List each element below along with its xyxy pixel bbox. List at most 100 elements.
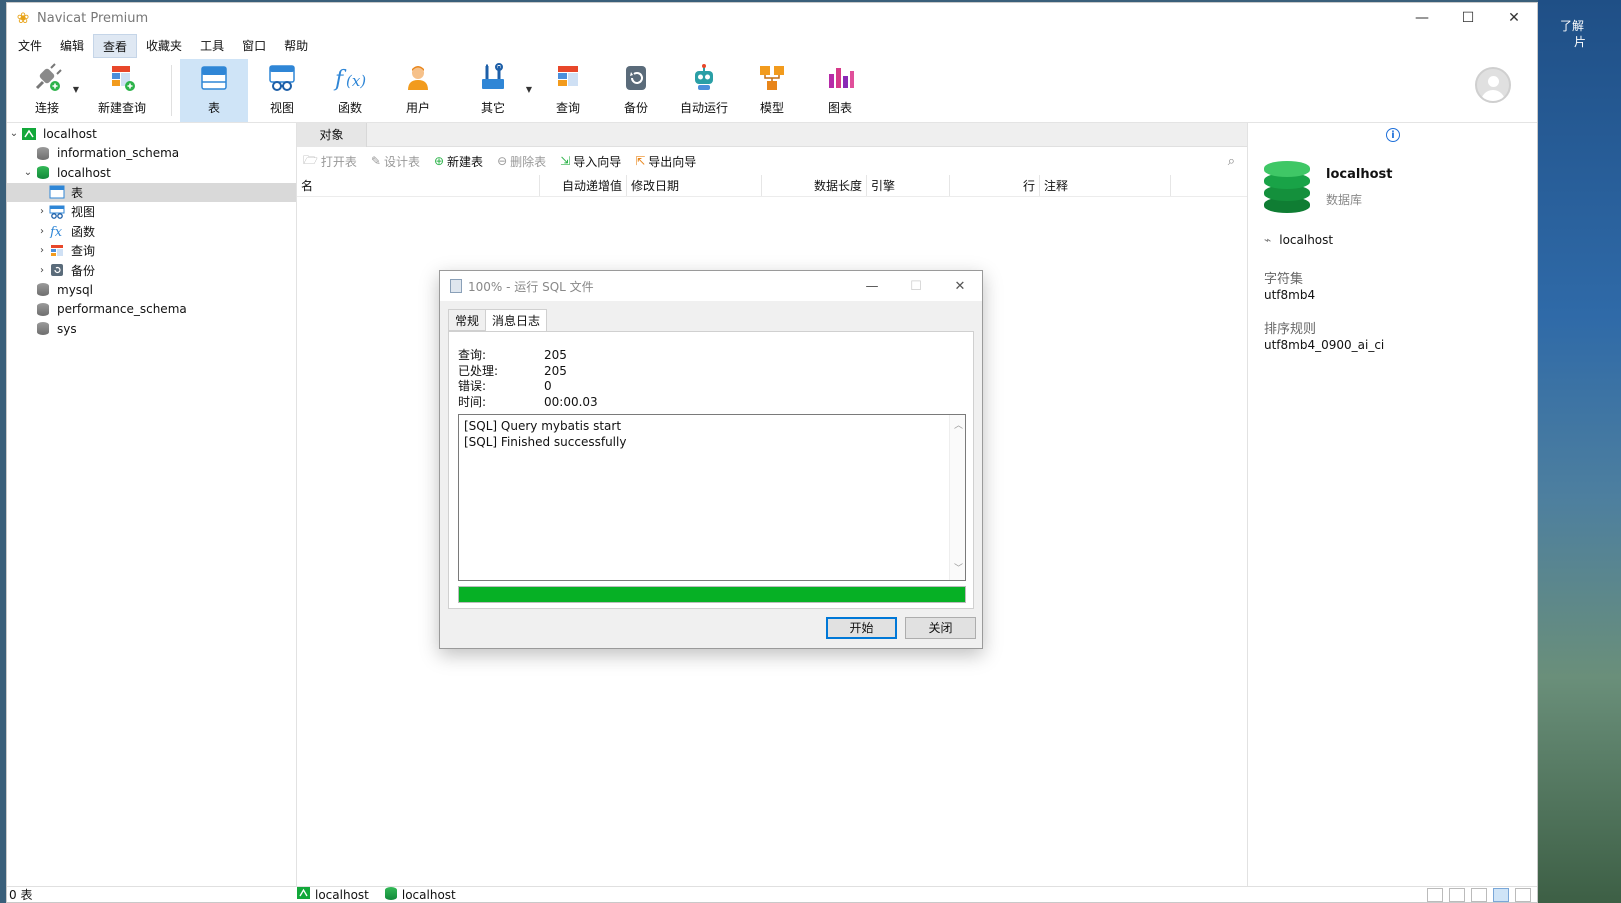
tree-db-localhost[interactable]: ⌄ localhost (7, 163, 296, 183)
maximize-button[interactable]: ☐ (1445, 3, 1491, 33)
tab-message-log[interactable]: 消息日志 (485, 309, 548, 332)
toolbar-query-button[interactable]: 查询 (534, 59, 602, 122)
chevron-right-icon[interactable]: › (35, 226, 49, 237)
chevron-right-icon[interactable]: › (35, 265, 49, 276)
import-wizard-button[interactable]: ⇲ 导入向导 (560, 153, 621, 170)
desktop-text: 了解 片 (1560, 19, 1587, 49)
user-icon (401, 61, 435, 95)
tab-objects[interactable]: 对象 (297, 123, 367, 147)
column-modified[interactable]: 修改日期 (627, 175, 762, 196)
column-engine[interactable]: 引擎 (867, 175, 950, 196)
status-table-count: 0 表 (9, 888, 33, 902)
tree-db-performance-schema[interactable]: performance_schema (7, 300, 296, 320)
tree-item-views[interactable]: › 视图 (7, 202, 296, 222)
object-toolbar: 🗁 打开表 ✎ 设计表 ⊕ 新建表 ⊖ 删除表 ⇲ 导入向导 ⇱ 导出向导 ⌕ (297, 147, 1247, 175)
database-icon (35, 166, 51, 180)
status-bar: 0 表 localhost localhost (7, 886, 1537, 902)
toolbar-chart-button[interactable]: 图表 (806, 59, 874, 122)
chevron-down-icon[interactable]: ▼ (73, 85, 79, 94)
toolbar-connect-button[interactable]: 连接 ▼ (13, 59, 81, 122)
tools-icon (476, 61, 510, 95)
info-pane-toggle-icon[interactable] (1493, 887, 1509, 902)
chevron-up-icon[interactable]: ︿ (954, 418, 963, 434)
tree-connection-localhost[interactable]: ⌄ localhost (7, 124, 296, 144)
menu-edit[interactable]: 编辑 (51, 34, 93, 58)
message-log[interactable]: [SQL] Query mybatis start [SQL] Finished… (458, 414, 966, 581)
close-button[interactable]: ✕ (1491, 3, 1537, 33)
dialog-close-action-button[interactable]: 关闭 (905, 617, 976, 639)
toolbar-new-query-button[interactable]: 新建查询 (81, 59, 163, 122)
chevron-right-icon[interactable]: › (35, 206, 49, 217)
menu-window[interactable]: 窗口 (233, 34, 275, 58)
design-table-button[interactable]: ✎ 设计表 (371, 153, 420, 170)
progress-bar (458, 586, 966, 603)
toolbar-model-button[interactable]: 模型 (738, 59, 806, 122)
plus-icon: ⊕ (433, 154, 445, 168)
column-comment[interactable]: 注释 (1040, 175, 1171, 196)
collation-value: utf8mb4_0900_ai_ci (1264, 338, 1385, 352)
column-auto-increment[interactable]: 自动递增值 (540, 175, 627, 196)
toolbar-user-button[interactable]: 用户 (384, 59, 452, 122)
tree-db-information-schema[interactable]: information_schema (7, 144, 296, 164)
minimize-button[interactable]: — (1399, 3, 1445, 33)
user-avatar[interactable] (1475, 67, 1511, 103)
chevron-down-icon[interactable]: ▼ (526, 85, 532, 94)
charset-label: 字符集 (1264, 272, 1304, 287)
search-icon[interactable]: ⌕ (1228, 154, 1235, 169)
column-name[interactable]: 名 (297, 175, 540, 196)
robot-icon (687, 61, 721, 95)
info-panel: i localhost 数据库 ⌁ localhost 字符集 utf8mb4 … (1247, 123, 1537, 886)
column-rows[interactable]: 行 (950, 175, 1040, 196)
table-icon (197, 61, 231, 95)
tree-item-functions[interactable]: › fx 函数 (7, 222, 296, 242)
chevron-right-icon[interactable]: › (35, 245, 49, 256)
plug-icon (30, 61, 64, 95)
model-icon (755, 61, 789, 95)
chevron-down-icon[interactable]: ⌄ (7, 128, 21, 139)
connection-icon (21, 127, 37, 141)
side-pane-toggle-icon[interactable] (1515, 887, 1531, 902)
tree-item-backups[interactable]: › 备份 (7, 261, 296, 281)
toolbar-other-button[interactable]: 其它 ▼ (452, 59, 534, 122)
menu-view[interactable]: 查看 (93, 34, 138, 58)
menu-favorites[interactable]: 收藏夹 (137, 34, 191, 58)
connection-icon (297, 887, 310, 902)
tree-db-mysql[interactable]: mysql (7, 280, 296, 300)
new-table-button[interactable]: ⊕ 新建表 (434, 153, 483, 170)
tab-general[interactable]: 常规 (448, 309, 487, 331)
toolbar-view-button[interactable]: 视图 (248, 59, 316, 122)
navigation-tree: ⌄ localhost information_schema ⌄ localho… (7, 123, 297, 886)
log-scrollbar[interactable]: ︿ ﹀ (949, 415, 965, 580)
minus-icon: ⊖ (497, 154, 508, 168)
start-button[interactable]: 开始 (826, 617, 897, 639)
tree-item-queries[interactable]: › 查询 (7, 241, 296, 261)
info-icon[interactable]: i (1386, 128, 1400, 142)
dialog-minimize-button[interactable]: — (850, 279, 894, 294)
export-wizard-button[interactable]: ⇱ 导出向导 (635, 153, 696, 170)
detail-view-icon[interactable] (1449, 887, 1465, 902)
chevron-down-icon[interactable]: ﹀ (954, 561, 963, 577)
grid-view-icon[interactable] (1471, 887, 1487, 902)
list-view-icon[interactable] (1427, 887, 1443, 902)
tree-item-tables[interactable]: 表 (7, 182, 296, 202)
dialog-close-button[interactable]: ✕ (938, 279, 982, 294)
plug-icon: ⌁ (1264, 233, 1272, 247)
delete-table-button[interactable]: ⊖ 删除表 (497, 153, 546, 170)
svg-text:(x): (x) (346, 72, 366, 90)
table-icon (49, 185, 65, 199)
title-bar: ❀ Navicat Premium — ☐ ✕ (7, 3, 1537, 33)
tree-db-sys[interactable]: sys (7, 319, 296, 339)
svg-text:fx: fx (49, 225, 63, 238)
menu-file[interactable]: 文件 (9, 34, 51, 58)
toolbar-automation-button[interactable]: 自动运行 (670, 59, 738, 122)
menu-help[interactable]: 帮助 (275, 34, 317, 58)
toolbar-backup-button[interactable]: 备份 (602, 59, 670, 122)
chevron-down-icon[interactable]: ⌄ (21, 167, 35, 178)
menu-tools[interactable]: 工具 (191, 34, 233, 58)
toolbar-table-button[interactable]: 表 (180, 59, 248, 122)
window-title: Navicat Premium (37, 10, 149, 26)
progress-fill (459, 587, 965, 602)
column-data-length[interactable]: 数据长度 (762, 175, 867, 196)
open-table-button[interactable]: 🗁 打开表 (303, 151, 357, 172)
toolbar-function-button[interactable]: f (x) 函数 (316, 59, 384, 122)
